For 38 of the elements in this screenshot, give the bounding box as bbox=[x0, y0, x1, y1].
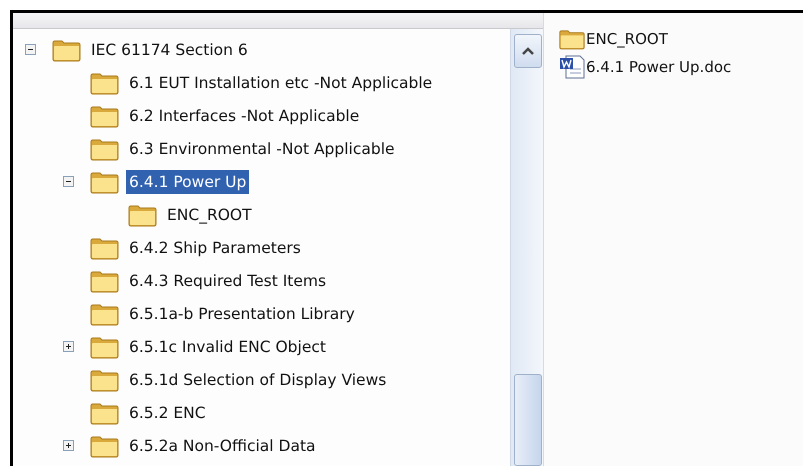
tree-item[interactable]: 6.5.2a Non-Official Data bbox=[126, 434, 319, 458]
folder-icon bbox=[89, 334, 120, 358]
collapse-icon[interactable] bbox=[63, 176, 74, 187]
tree-item[interactable]: 6.5.1c Invalid ENC Object bbox=[126, 334, 329, 358]
folder-icon bbox=[89, 170, 120, 194]
caret-up-icon bbox=[522, 47, 534, 55]
tree-item[interactable]: 6.5.2 ENC bbox=[126, 400, 209, 424]
folder-icon bbox=[558, 28, 586, 50]
folder-icon bbox=[89, 434, 120, 458]
tree-item[interactable]: 6.2 Interfaces -Not Applicable bbox=[126, 104, 362, 128]
expand-icon[interactable] bbox=[63, 440, 74, 451]
document-icon bbox=[558, 55, 586, 79]
file-name[interactable]: 6.4.1 Power Up.doc bbox=[586, 58, 732, 76]
tree-item[interactable]: 6.3 Environmental -Not Applicable bbox=[126, 136, 398, 160]
folder-icon bbox=[89, 268, 120, 292]
expand-icon[interactable] bbox=[63, 341, 74, 352]
tree-item[interactable]: 6.1 EUT Installation etc -Not Applicable bbox=[126, 70, 436, 94]
tree-item[interactable]: ENC_ROOT bbox=[164, 202, 255, 226]
tree-item[interactable]: 6.5.1d Selection of Display Views bbox=[126, 368, 390, 392]
folder-icon bbox=[89, 302, 120, 326]
tree-item[interactable]: 6.4.3 Required Test Items bbox=[126, 268, 330, 292]
tree-item[interactable]: 6.4.1 Power Up bbox=[126, 170, 250, 194]
tree-item[interactable]: IEC 61174 Section 6 bbox=[88, 38, 251, 62]
scrollbar[interactable] bbox=[510, 29, 543, 466]
folder-icon bbox=[89, 104, 120, 128]
collapse-icon[interactable] bbox=[25, 44, 36, 55]
scroll-up-button[interactable] bbox=[514, 34, 542, 68]
folder-icon bbox=[127, 202, 158, 226]
tree-item[interactable]: 6.5.1a-b Presentation Library bbox=[126, 302, 358, 326]
folder-icon bbox=[51, 38, 82, 62]
file-name[interactable]: ENC_ROOT bbox=[586, 30, 668, 48]
folder-icon bbox=[89, 70, 120, 94]
folder-icon bbox=[89, 236, 120, 260]
tree-item[interactable]: 6.4.2 Ship Parameters bbox=[126, 236, 304, 260]
scroll-thumb[interactable] bbox=[514, 374, 542, 466]
folder-icon bbox=[89, 400, 120, 424]
folder-icon bbox=[89, 368, 120, 392]
folder-icon bbox=[89, 136, 120, 160]
